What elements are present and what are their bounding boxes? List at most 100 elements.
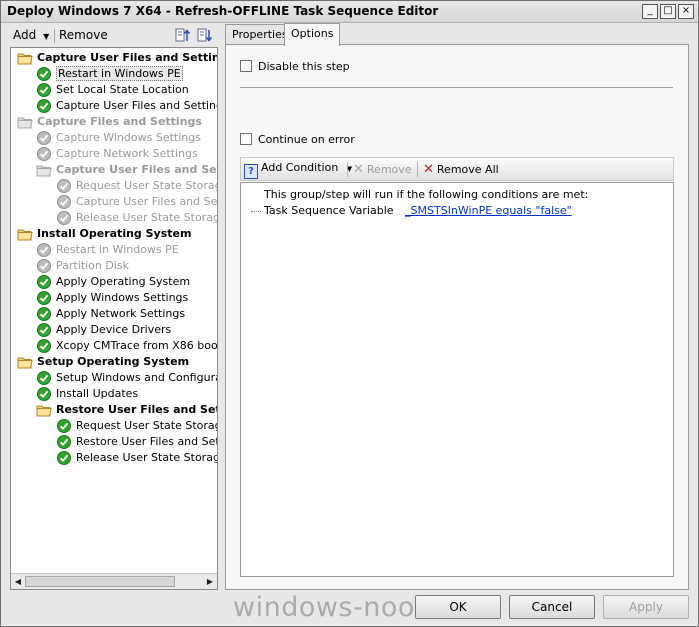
tree-item-label: Capture Network Settings: [56, 147, 198, 160]
tree-step-item[interactable]: Restart in Windows PE: [36, 66, 183, 82]
tree-step-item[interactable]: Restore User Files and Setting: [56, 434, 218, 450]
disabled-step-icon: [36, 146, 52, 162]
tree-step-item[interactable]: Capture User Files and Settings Of: [36, 98, 217, 114]
title-bar[interactable]: Deploy Windows 7 X64 - Refresh-OFFLINE T…: [1, 1, 698, 23]
condition-item[interactable]: Task Sequence Variable _SMSTSInWinPE equ…: [251, 204, 572, 217]
tree-item-label: Restart in Windows PE: [56, 66, 183, 81]
disable-step-option[interactable]: Disable this step: [240, 60, 350, 73]
remove-button[interactable]: Remove: [59, 28, 108, 42]
folder-icon: [36, 162, 52, 178]
add-label: Add: [13, 28, 37, 42]
green-check-icon: [36, 82, 52, 98]
tree-item-label: Release User State Storage: [76, 211, 218, 224]
tree-item-label: Capture Files and Settings: [37, 115, 202, 128]
tree-step-item[interactable]: Restart in Windows PE: [36, 242, 179, 258]
tree-item-label: Partition Disk: [56, 259, 129, 272]
tree-step-item[interactable]: Install Updates: [36, 386, 138, 402]
add-condition-label: Add Condition: [261, 161, 339, 174]
condition-link[interactable]: _SMSTSInWinPE equals "false": [405, 204, 572, 217]
tree-step-item[interactable]: Setup Windows and Configuration: [36, 370, 217, 386]
continue-on-error-option[interactable]: Continue on error: [240, 133, 355, 146]
ok-button[interactable]: OK: [415, 595, 501, 619]
task-sequence-tree[interactable]: Capture User Files and Settings Restart i…: [10, 47, 218, 590]
tree-step-item[interactable]: Release User State Storage: [56, 210, 218, 226]
tree-item-label: Restore User Files and Setting: [76, 435, 218, 448]
tree-connector: [251, 210, 261, 212]
options-panel: Disable this step Continue on error ? Add…: [225, 44, 689, 590]
tree-step-item[interactable]: Apply Operating System: [36, 274, 190, 290]
green-check-icon: [56, 450, 72, 466]
tree-step-item[interactable]: Request User State Storage: [56, 178, 218, 194]
continue-on-error-checkbox[interactable]: [240, 133, 252, 145]
divider: [240, 87, 673, 88]
green-check-icon: [56, 418, 72, 434]
disabled-step-icon: [36, 130, 52, 146]
remove-all-button[interactable]: ✕ Remove All: [423, 162, 499, 177]
tree-step-item[interactable]: Apply Device Drivers: [36, 322, 171, 338]
move-up-icon[interactable]: [175, 27, 191, 47]
tree-group-item[interactable]: Setup Operating System: [17, 354, 189, 370]
tree-item-label: Restart in Windows PE: [56, 243, 179, 256]
green-check-icon: [36, 306, 52, 322]
close-button[interactable]: ×: [678, 4, 694, 19]
add-menu-button[interactable]: Add ▼: [13, 28, 49, 42]
conditions-header: This group/step will run if the followin…: [264, 188, 589, 201]
tree-step-item[interactable]: Apply Windows Settings: [36, 290, 188, 306]
tree-step-item[interactable]: Xcopy CMTrace from X86 boot ima: [36, 338, 217, 354]
tree-step-item[interactable]: Apply Network Settings: [36, 306, 185, 322]
tree-group-item[interactable]: Capture User Files and Setti: [36, 162, 218, 178]
add-condition-button[interactable]: ? Add Condition ▼: [244, 161, 352, 179]
tree-group-item[interactable]: Capture User Files and Settings: [17, 50, 217, 66]
green-check-icon: [36, 370, 52, 386]
task-sequence-editor-window: Deploy Windows 7 X64 - Refresh-OFFLINE T…: [0, 0, 699, 627]
tree-item-label: Apply Operating System: [56, 275, 191, 288]
cancel-button[interactable]: Cancel: [509, 595, 595, 619]
scrollbar-thumb[interactable]: [25, 576, 175, 587]
tree-item-label: Install Updates: [56, 387, 139, 400]
window-title: Deploy Windows 7 X64 - Refresh-OFFLINE T…: [7, 4, 439, 18]
remove-all-label: Remove All: [436, 163, 499, 176]
tree-item-label: Request User State Storage: [76, 179, 218, 192]
remove-condition-button[interactable]: ✕ Remove: [353, 162, 412, 177]
tree-group-item[interactable]: Install Operating System: [17, 226, 191, 242]
toolbar-divider: [54, 29, 55, 43]
tab-options[interactable]: Options: [284, 23, 341, 46]
tree-step-item[interactable]: Capture User Files and Setting: [56, 194, 217, 210]
green-check-icon: [36, 386, 52, 402]
apply-button[interactable]: Apply: [603, 595, 689, 619]
minimize-button[interactable]: _: [642, 4, 658, 19]
green-check-icon: [36, 66, 52, 82]
folder-icon: [17, 354, 33, 370]
horizontal-scrollbar[interactable]: ◀ ▶: [11, 573, 217, 589]
tree-step-item[interactable]: Request User State Storage: [56, 418, 218, 434]
move-down-icon[interactable]: [197, 27, 213, 47]
tree-step-item[interactable]: Set Local State Location: [36, 82, 189, 98]
tree-step-item[interactable]: Release User State Storage: [56, 450, 217, 466]
scroll-left-arrow-icon[interactable]: ◀: [11, 574, 25, 589]
tree-group-item[interactable]: Capture Files and Settings: [17, 114, 202, 130]
tree-item-label: Restore User Files and Setti: [56, 403, 218, 416]
condition-type: Task Sequence Variable: [264, 204, 394, 217]
tree-group-item[interactable]: Restore User Files and Setti: [36, 402, 218, 418]
remove-all-x-icon: ✕: [423, 162, 434, 177]
tree-item-label: Capture User Files and Setti: [56, 163, 218, 176]
green-check-icon: [36, 338, 52, 354]
tree-item-label: Request User State Storage: [76, 419, 218, 432]
disable-step-checkbox[interactable]: [240, 60, 252, 72]
tree-item-label: Capture Windows Settings: [56, 131, 201, 144]
tree-step-item[interactable]: Capture Network Settings: [36, 146, 198, 162]
help-question-icon: ?: [244, 164, 258, 179]
folder-icon: [17, 50, 33, 66]
folder-icon: [36, 402, 52, 418]
green-check-icon: [36, 274, 52, 290]
green-check-icon: [36, 322, 52, 338]
conditions-list[interactable]: This group/step will run if the followin…: [240, 182, 674, 577]
tree-item-label: Capture User Files and Settings Of: [56, 99, 217, 112]
tree-step-item[interactable]: Partition Disk: [36, 258, 129, 274]
maximize-button[interactable]: □: [660, 4, 676, 19]
tree-item-label: Apply Device Drivers: [56, 323, 172, 336]
tree-step-item[interactable]: Capture Windows Settings: [36, 130, 201, 146]
disabled-step-icon: [56, 178, 72, 194]
scroll-right-arrow-icon[interactable]: ▶: [203, 574, 217, 589]
disabled-step-icon: [56, 194, 72, 210]
